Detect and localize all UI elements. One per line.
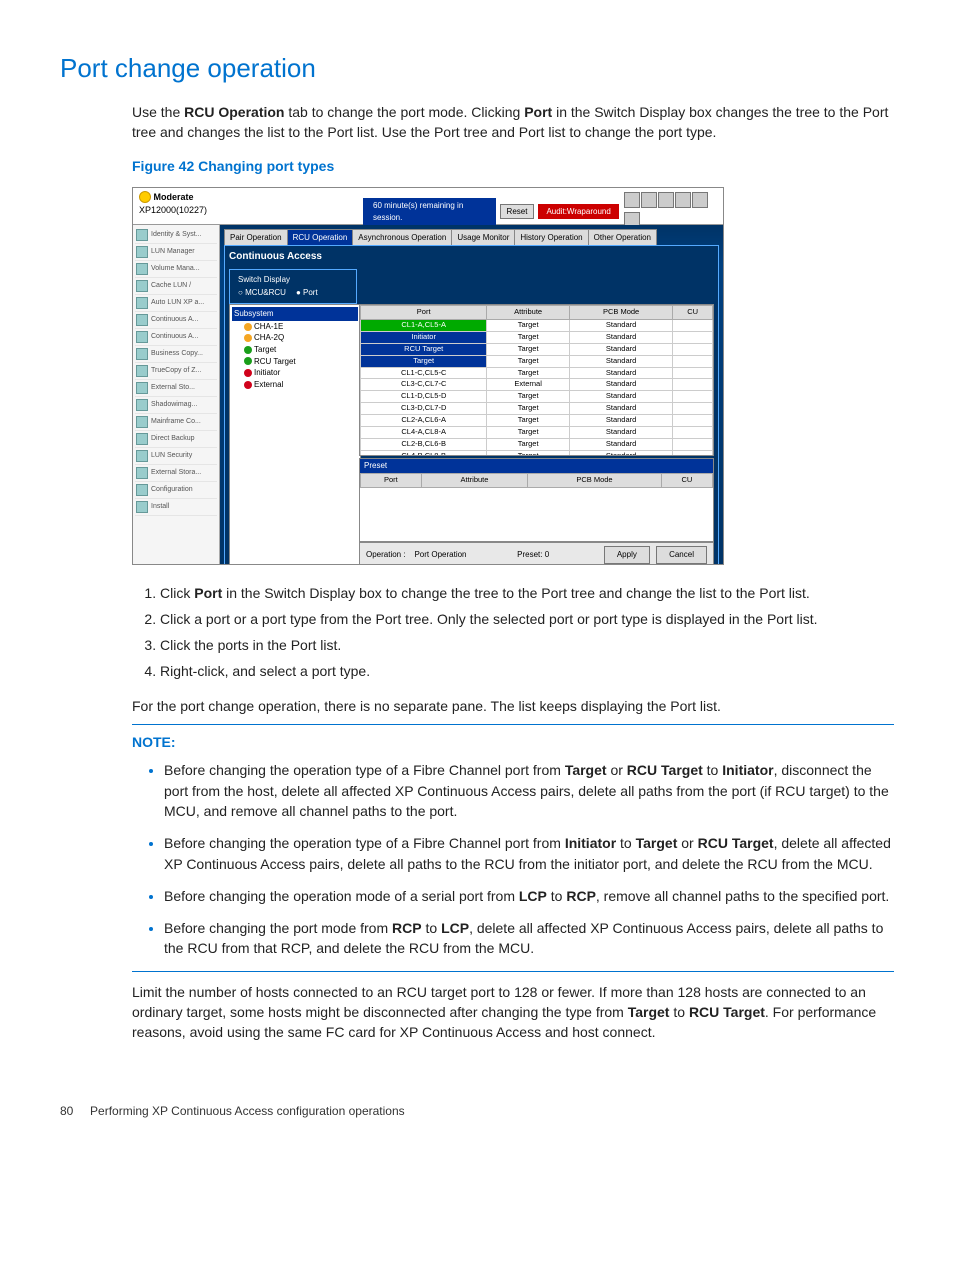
tree-root[interactable]: Subsystem	[232, 307, 358, 321]
tab-strip: Pair OperationRCU OperationAsynchronous …	[224, 229, 719, 246]
page-footer: 80 Performing XP Continuous Access confi…	[60, 1103, 894, 1120]
figure-caption: Figure 42 Changing port types	[132, 156, 894, 176]
step-item: Right-click, and select a port type.	[160, 661, 894, 681]
nav-item[interactable]: Shadowimag...	[135, 397, 217, 414]
after-steps-text: For the port change operation, there is …	[132, 696, 894, 716]
separator	[132, 724, 894, 725]
switch-display-box: Switch Display MCU&RCU Port	[229, 269, 357, 304]
nav-item[interactable]: LUN Security	[135, 448, 217, 465]
step-item: Click a port or a port type from the Por…	[160, 609, 894, 629]
steps-list: Click Port in the Switch Display box to …	[132, 583, 894, 682]
tree-node[interactable]: RCU Target	[232, 356, 358, 368]
radio-port[interactable]: Port	[296, 287, 318, 299]
tree-node[interactable]: Target	[232, 344, 358, 356]
nav-item[interactable]: Volume Mana...	[135, 261, 217, 278]
nav-item[interactable]: Identity & Syst...	[135, 227, 217, 244]
bold: RCU Operation	[184, 104, 284, 120]
operation-line: Operation : Port Operation Preset: 0 App…	[359, 542, 714, 564]
nav-item[interactable]: Continuous A...	[135, 329, 217, 346]
note-item: Before changing the operation type of a …	[164, 760, 894, 821]
tool-icon[interactable]	[624, 192, 640, 208]
nav-item[interactable]: Install	[135, 499, 217, 516]
nav-item[interactable]: LUN Manager	[135, 244, 217, 261]
step-item: Click the ports in the Port list.	[160, 635, 894, 655]
port-tree[interactable]: SubsystemCHA-1ECHA-2QTargetRCU TargetIni…	[229, 304, 361, 564]
nav-item[interactable]: Cache LUN /	[135, 278, 217, 295]
window-mode: Moderate	[154, 192, 194, 202]
notes-list: Before changing the operation type of a …	[132, 760, 894, 958]
port-grid[interactable]: PortAttributePCB ModeCUCL1-A,CL5-ATarget…	[359, 304, 714, 456]
nav-item[interactable]: External Sto...	[135, 380, 217, 397]
nav-item[interactable]: Direct Backup	[135, 431, 217, 448]
preset-pane: Preset PortAttributePCB ModeCU	[359, 458, 714, 542]
operation-value: Port Operation	[414, 550, 466, 559]
session-remaining: 60 minute(s) remaining in session.	[363, 198, 496, 225]
nav-item[interactable]: Continuous A...	[135, 312, 217, 329]
nav-item[interactable]: Auto LUN XP a...	[135, 295, 217, 312]
nav-item[interactable]: Mainframe Co...	[135, 414, 217, 431]
note-heading: NOTE:	[132, 732, 894, 752]
tab[interactable]: Other Operation	[588, 229, 657, 246]
tab[interactable]: History Operation	[514, 229, 588, 246]
main-area: Pair OperationRCU OperationAsynchronous …	[220, 225, 723, 565]
top-toolbar: 60 minute(s) remaining in session. Reset…	[363, 204, 717, 220]
tab[interactable]: Usage Monitor	[451, 229, 515, 246]
intro-paragraph: Use the RCU Operation tab to change the …	[132, 102, 894, 143]
panel-header: Continuous Access	[229, 250, 714, 265]
radio-mcurcu[interactable]: MCU&RCU	[238, 287, 286, 299]
tree-node[interactable]: External	[232, 379, 358, 391]
left-nav: Identity & Syst...LUN ManagerVolume Mana…	[133, 225, 220, 565]
tool-icon[interactable]	[692, 192, 708, 208]
tab[interactable]: RCU Operation	[287, 229, 354, 246]
preset-count: Preset: 0	[517, 549, 549, 561]
tab[interactable]: Pair Operation	[224, 229, 288, 246]
separator	[132, 971, 894, 972]
note-item: Before changing the port mode from RCP t…	[164, 918, 894, 959]
device-id: XP12000(10227)	[139, 205, 207, 215]
tree-node[interactable]: CHA-1E	[232, 321, 358, 333]
tool-icon[interactable]	[641, 192, 657, 208]
note-item: Before changing the operation mode of a …	[164, 886, 894, 906]
reset-button[interactable]: Reset	[500, 204, 535, 220]
tree-node[interactable]: CHA-2Q	[232, 332, 358, 344]
status-icon	[139, 191, 151, 203]
page-title: Port change operation	[60, 50, 894, 88]
nav-item[interactable]: TrueCopy of Z...	[135, 363, 217, 380]
nav-item[interactable]: Configuration	[135, 482, 217, 499]
text: tab to change the port mode. Clicking	[284, 104, 524, 120]
page-number: 80	[60, 1104, 73, 1118]
cancel-button[interactable]: Cancel	[656, 546, 707, 564]
nav-item[interactable]: External Stora...	[135, 465, 217, 482]
nav-item[interactable]: Business Copy...	[135, 346, 217, 363]
tool-icon[interactable]	[658, 192, 674, 208]
operation-label: Operation :	[366, 550, 406, 559]
step-item: Click Port in the Switch Display box to …	[160, 583, 894, 603]
text: Use the	[132, 104, 184, 120]
tree-node[interactable]: Initiator	[232, 367, 358, 379]
audit-status: Audit:Wraparound	[538, 204, 618, 220]
preset-header: Preset	[360, 459, 713, 473]
screenshot-window: Moderate XP12000(10227) 60 minute(s) rem…	[132, 187, 724, 565]
switch-display-label: Switch Display	[238, 274, 348, 286]
section-title: Performing XP Continuous Access configur…	[90, 1104, 405, 1118]
closing-paragraph: Limit the number of hosts connected to a…	[132, 982, 894, 1043]
tab[interactable]: Asynchronous Operation	[352, 229, 452, 246]
rcu-panel: Continuous Access Switch Display MCU&RCU…	[224, 245, 719, 564]
bold: Port	[524, 104, 552, 120]
note-item: Before changing the operation type of a …	[164, 833, 894, 874]
apply-button[interactable]: Apply	[604, 546, 650, 564]
tool-icon[interactable]	[675, 192, 691, 208]
